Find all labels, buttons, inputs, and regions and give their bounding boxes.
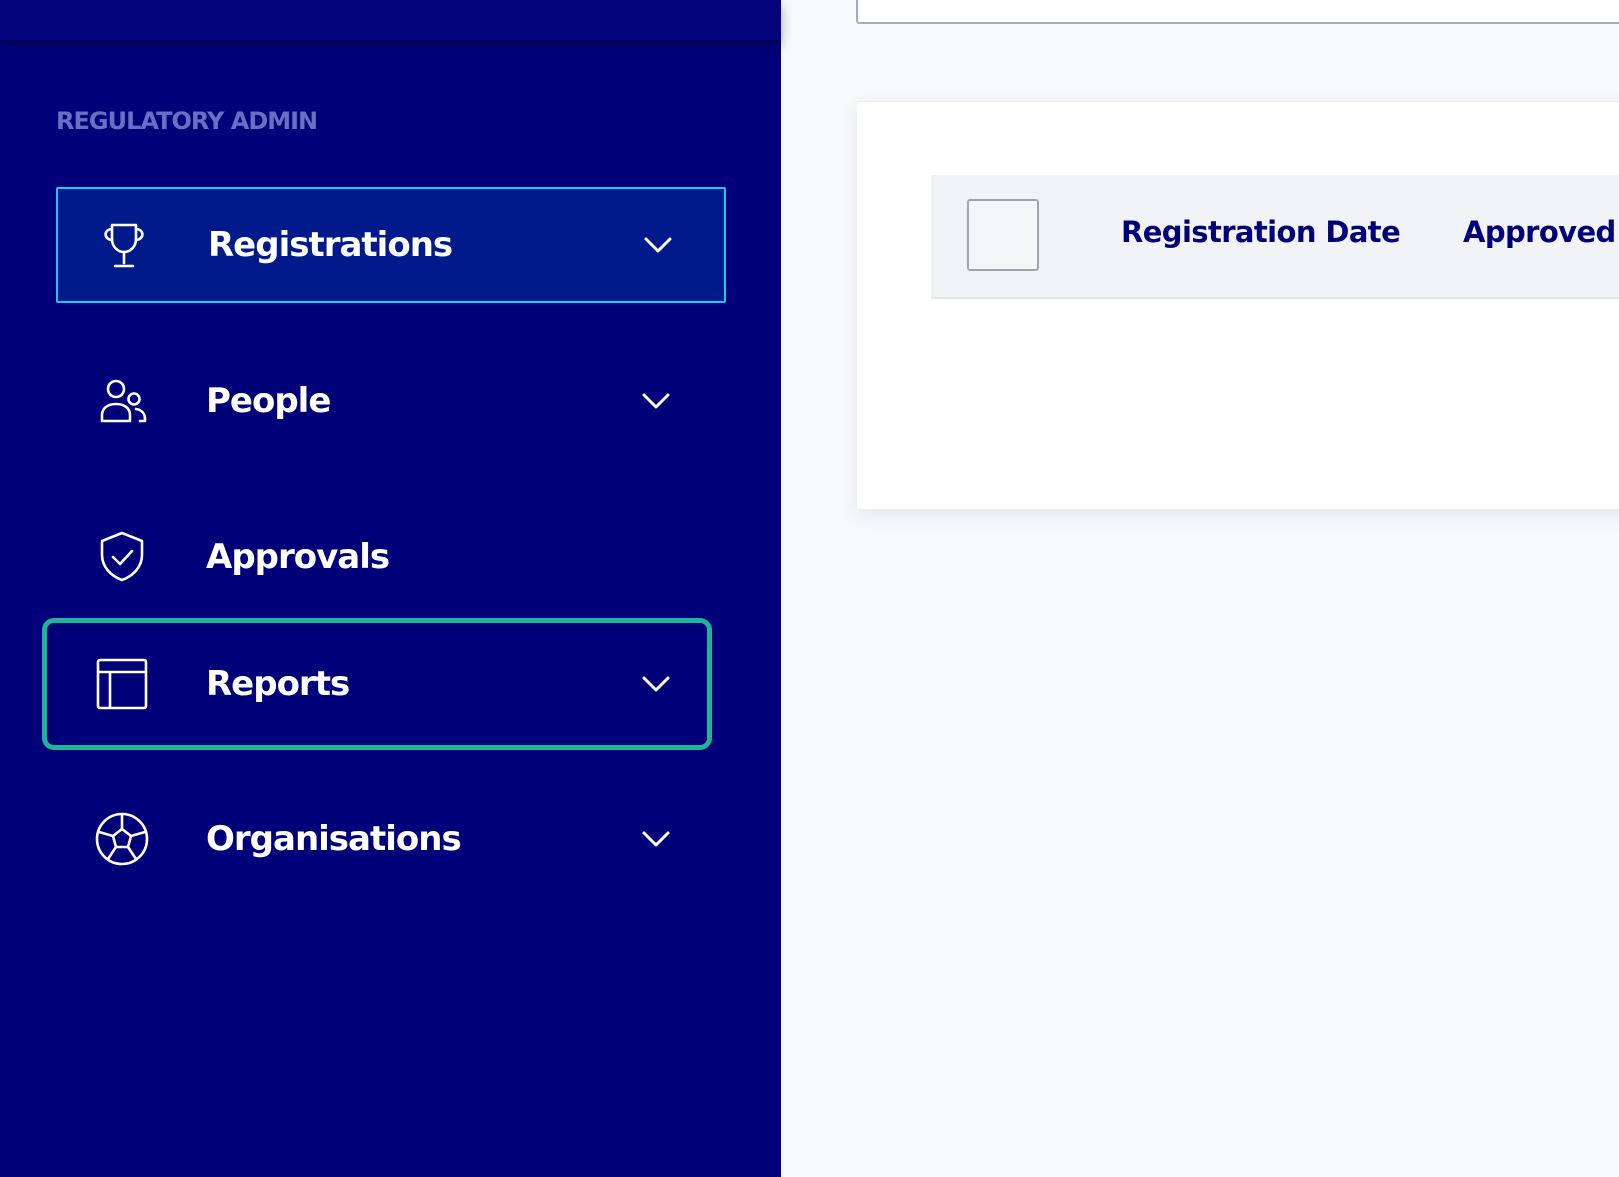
sidebar: REGULATORY ADMIN Registrations People Ap…: [0, 0, 781, 1177]
registrations-table-card: Registration Date Approved: [857, 101, 1619, 509]
soccer-ball-icon: [92, 809, 152, 869]
chevron-down-icon[interactable]: [636, 381, 676, 421]
chevron-down-icon[interactable]: [638, 225, 678, 265]
app-root: REGULATORY ADMIN Registrations People Ap…: [0, 0, 1619, 1177]
column-header-approved[interactable]: Approved: [1463, 215, 1616, 249]
shield-check-icon: [92, 527, 152, 587]
sidebar-item-approvals[interactable]: Approvals: [56, 499, 726, 615]
sidebar-item-reports[interactable]: Reports: [42, 618, 712, 750]
chevron-down-icon[interactable]: [636, 664, 676, 704]
column-header-registration-date[interactable]: Registration Date: [1121, 215, 1401, 249]
sidebar-item-registrations[interactable]: Registrations: [56, 187, 726, 303]
sidebar-item-people[interactable]: People: [56, 343, 726, 459]
trophy-icon: [94, 215, 154, 275]
sidebar-item-label: People: [206, 381, 331, 421]
table-layout-icon: [92, 654, 152, 714]
people-icon: [92, 371, 152, 431]
top-filter-card[interactable]: [856, 0, 1619, 24]
sidebar-item-label: Registrations: [208, 225, 453, 265]
sidebar-topbar: [0, 0, 781, 40]
sidebar-item-label: Organisations: [206, 819, 462, 859]
section-label: REGULATORY ADMIN: [56, 107, 318, 135]
sidebar-item-label: Reports: [206, 664, 350, 704]
sidebar-item-organisations[interactable]: Organisations: [56, 781, 726, 897]
select-all-checkbox[interactable]: [967, 199, 1039, 271]
chevron-down-icon[interactable]: [636, 819, 676, 859]
table-header: Registration Date Approved: [931, 175, 1619, 299]
sidebar-item-label: Approvals: [206, 537, 390, 577]
